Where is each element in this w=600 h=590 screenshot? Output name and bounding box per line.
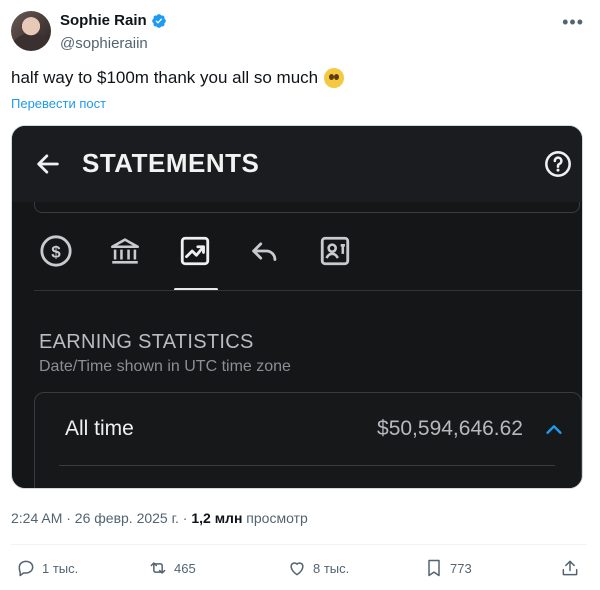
repost-count: 465 bbox=[174, 560, 196, 576]
bookmark-button[interactable]: 773 bbox=[424, 558, 472, 578]
repost-icon bbox=[150, 562, 166, 574]
heart-icon bbox=[290, 562, 304, 576]
view-count: 1,2 млн bbox=[191, 510, 243, 526]
like-count: 8 тыс. bbox=[313, 560, 350, 576]
collapsed-card-edge bbox=[34, 202, 580, 213]
tweet-timestamp[interactable]: 2:24 AM · 26 февр. 2025 г. · bbox=[11, 510, 191, 526]
earning-statistics-title: EARNING STATISTICS bbox=[39, 331, 254, 353]
avatar[interactable] bbox=[11, 11, 51, 51]
tweet-text: half way to $100m thank you all so much bbox=[11, 68, 345, 88]
share-button[interactable] bbox=[560, 558, 580, 578]
repost-button[interactable]: 465 bbox=[148, 558, 196, 578]
bank-icon bbox=[110, 238, 140, 264]
statements-title: STATEMENTS bbox=[82, 148, 260, 178]
actions-divider bbox=[11, 544, 587, 545]
statement-icon bbox=[320, 236, 350, 266]
all-time-row: All time $50,594,646.62 bbox=[34, 392, 582, 488]
verified-badge-icon bbox=[151, 13, 166, 28]
pleading-face-emoji-icon bbox=[324, 68, 345, 88]
author-name-row[interactable]: Sophie Rain bbox=[60, 12, 167, 29]
bookmark-count: 773 bbox=[450, 560, 472, 576]
all-time-divider bbox=[59, 465, 555, 466]
author-name[interactable]: Sophie Rain bbox=[60, 12, 147, 29]
bookmark-icon bbox=[428, 559, 440, 577]
media-image[interactable]: STATEMENTS $ EARNING STATISTICS Date/Tim… bbox=[11, 125, 583, 489]
tabs-divider bbox=[34, 290, 582, 291]
chevron-up-icon bbox=[546, 425, 562, 434]
all-time-label: All time bbox=[65, 417, 134, 440]
help-icon bbox=[545, 151, 571, 177]
undo-icon bbox=[252, 242, 277, 261]
translate-link[interactable]: Перевести пост bbox=[11, 96, 106, 111]
reply-icon bbox=[18, 560, 34, 577]
back-arrow-icon bbox=[37, 154, 59, 174]
all-time-value: $50,594,646.62 bbox=[377, 417, 523, 440]
tweet-meta: 2:24 AM · 26 февр. 2025 г. · 1,2 млн про… bbox=[11, 510, 308, 526]
timezone-note: Date/Time shown in UTC time zone bbox=[39, 358, 291, 375]
reply-count: 1 тыс. bbox=[42, 560, 79, 576]
reply-button[interactable]: 1 тыс. bbox=[16, 558, 78, 578]
views-label: просмотр bbox=[242, 510, 308, 526]
dollar-icon: $ bbox=[40, 235, 72, 267]
author-handle[interactable]: @sophieraiin bbox=[60, 35, 148, 52]
more-options-icon[interactable]: ••• bbox=[562, 12, 584, 33]
chart-icon bbox=[180, 236, 210, 266]
tweet-text-content: half way to $100m thank you all so much bbox=[11, 68, 319, 87]
statements-header: STATEMENTS bbox=[12, 126, 582, 202]
like-button[interactable]: 8 тыс. bbox=[287, 558, 349, 578]
share-icon bbox=[562, 560, 578, 576]
svg-text:$: $ bbox=[51, 242, 61, 261]
